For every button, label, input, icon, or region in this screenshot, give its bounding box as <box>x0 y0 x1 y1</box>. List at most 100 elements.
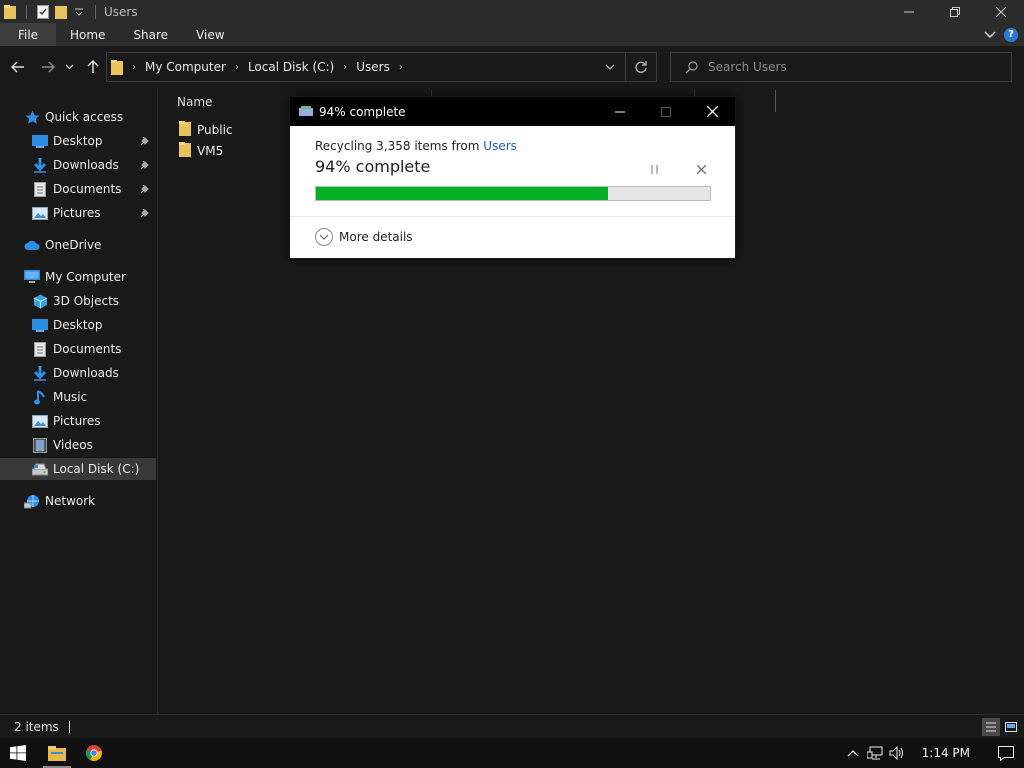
search-input[interactable] <box>708 60 998 74</box>
details-view-button[interactable] <box>982 718 1000 736</box>
tab-share[interactable]: Share <box>119 23 182 46</box>
help-icon[interactable]: ? <box>1004 27 1018 42</box>
nav-documents[interactable]: Documents <box>0 338 156 360</box>
nav-label: Desktop <box>53 318 103 332</box>
column-divider[interactable] <box>775 90 776 112</box>
pin-icon[interactable] <box>138 182 152 196</box>
address-bar[interactable]: › My Computer › Local Disk (C:) › Users … <box>106 52 657 82</box>
dialog-minimize-button[interactable] <box>597 97 643 126</box>
nav-label: Local Disk (C:) <box>53 462 140 476</box>
pin-icon[interactable] <box>138 206 152 220</box>
nav-quick-access[interactable]: Quick access <box>0 106 156 128</box>
nav-my-computer[interactable]: My Computer <box>0 266 156 288</box>
separator <box>68 720 70 733</box>
restore-button[interactable] <box>932 0 978 23</box>
recycling-text: Recycling 3,358 items from <box>315 139 484 153</box>
chevron-right-icon[interactable]: › <box>343 62 347 73</box>
nav-onedrive[interactable]: OneDrive <box>0 234 156 256</box>
dialog-close-button[interactable] <box>689 97 735 126</box>
window-title: Users <box>104 4 138 19</box>
customize-toolbar-icon[interactable] <box>71 3 87 21</box>
folder-icon[interactable] <box>2 3 18 21</box>
nav-desktop[interactable]: Desktop <box>0 314 156 336</box>
separator <box>26 4 27 19</box>
expand-ribbon-icon[interactable] <box>984 28 996 42</box>
drive-icon <box>32 461 48 477</box>
separator <box>95 4 96 19</box>
file-name: VM5 <box>197 144 224 158</box>
nav-downloads[interactable]: Downloads <box>0 362 156 384</box>
nav-local-disk[interactable]: Local Disk (C:) <box>0 458 156 480</box>
list-item[interactable]: VM5 <box>179 141 223 161</box>
nav-pictures[interactable]: Pictures <box>0 410 156 432</box>
start-button[interactable] <box>0 738 36 768</box>
windows-logo-icon <box>10 745 26 761</box>
breadcrumb-local-disk[interactable]: Local Disk (C:) <box>248 60 334 74</box>
recent-locations-button[interactable] <box>62 57 76 77</box>
clock[interactable]: 1:14 PM <box>922 746 970 760</box>
nav-label: Quick access <box>45 110 124 124</box>
breadcrumb-my-computer[interactable]: My Computer <box>145 60 226 74</box>
nav-quick-documents[interactable]: Documents <box>0 178 156 200</box>
pause-icon[interactable] <box>647 161 663 177</box>
pictures-icon <box>32 413 48 429</box>
column-header-name[interactable]: Name <box>177 95 212 109</box>
nav-quick-pictures[interactable]: Pictures <box>0 202 156 224</box>
dialog-body: Recycling 3,358 items from Users 94% com… <box>290 126 735 258</box>
chevron-right-icon[interactable]: › <box>235 62 239 73</box>
volume-icon[interactable] <box>886 738 908 768</box>
document-icon <box>32 341 48 357</box>
nav-music[interactable]: Music <box>0 386 156 408</box>
nav-label: Documents <box>53 182 122 196</box>
taskbar-file-explorer[interactable] <box>39 738 75 768</box>
recycling-summary: Recycling 3,358 items from Users <box>315 139 517 153</box>
more-details-button[interactable]: More details <box>315 228 413 246</box>
forward-button[interactable] <box>38 57 58 77</box>
nav-3d-objects[interactable]: 3D Objects <box>0 290 156 312</box>
refresh-button[interactable] <box>626 53 656 81</box>
file-name: Public <box>197 123 233 137</box>
chevron-right-icon[interactable]: › <box>399 62 403 73</box>
nav-label: My Computer <box>45 270 126 284</box>
source-folder-link[interactable]: Users <box>483 139 517 153</box>
action-center-icon[interactable] <box>988 738 1024 768</box>
nav-quick-desktop[interactable]: Desktop <box>0 130 156 152</box>
search-box[interactable] <box>670 52 1012 82</box>
more-details-label: More details <box>339 230 413 244</box>
ribbon-tabs: File Home Share View ? <box>0 23 1024 46</box>
breadcrumb-users[interactable]: Users <box>356 60 390 74</box>
document-icon <box>32 181 48 197</box>
folder-icon <box>179 142 191 160</box>
nav-label: Pictures <box>53 414 101 428</box>
tab-home[interactable]: Home <box>56 23 119 46</box>
taskbar-chrome[interactable] <box>76 738 112 768</box>
properties-icon[interactable] <box>35 3 51 21</box>
cancel-icon[interactable] <box>693 161 709 177</box>
list-item[interactable]: Public <box>179 120 233 140</box>
new-folder-icon[interactable] <box>53 3 69 21</box>
progress-bar <box>315 186 711 201</box>
pin-icon[interactable] <box>138 134 152 148</box>
show-hidden-icons-button[interactable] <box>842 738 864 768</box>
download-icon <box>32 365 48 381</box>
nav-quick-downloads[interactable]: Downloads <box>0 154 156 176</box>
tab-view[interactable]: View <box>182 23 238 46</box>
chevron-right-icon[interactable]: › <box>132 62 136 73</box>
minimize-button[interactable] <box>886 0 932 23</box>
nav-network[interactable]: Network <box>0 490 156 512</box>
network-status-icon[interactable] <box>864 738 886 768</box>
tab-file[interactable]: File <box>0 23 56 46</box>
nav-videos[interactable]: Videos <box>0 434 156 456</box>
dialog-maximize-button[interactable] <box>643 97 689 126</box>
up-button[interactable] <box>83 57 103 77</box>
address-history-dropdown[interactable] <box>595 53 625 81</box>
progress-status: 94% complete <box>315 157 431 176</box>
pin-icon[interactable] <box>138 158 152 172</box>
nav-label: Videos <box>53 438 93 452</box>
chrome-icon <box>86 745 102 761</box>
nav-label: Pictures <box>53 206 101 220</box>
back-button[interactable] <box>8 57 28 77</box>
large-icons-view-button[interactable] <box>1002 718 1020 736</box>
recycle-progress-dialog: 94% complete Recycling 3,358 items from … <box>289 96 736 259</box>
close-button[interactable] <box>978 0 1024 23</box>
